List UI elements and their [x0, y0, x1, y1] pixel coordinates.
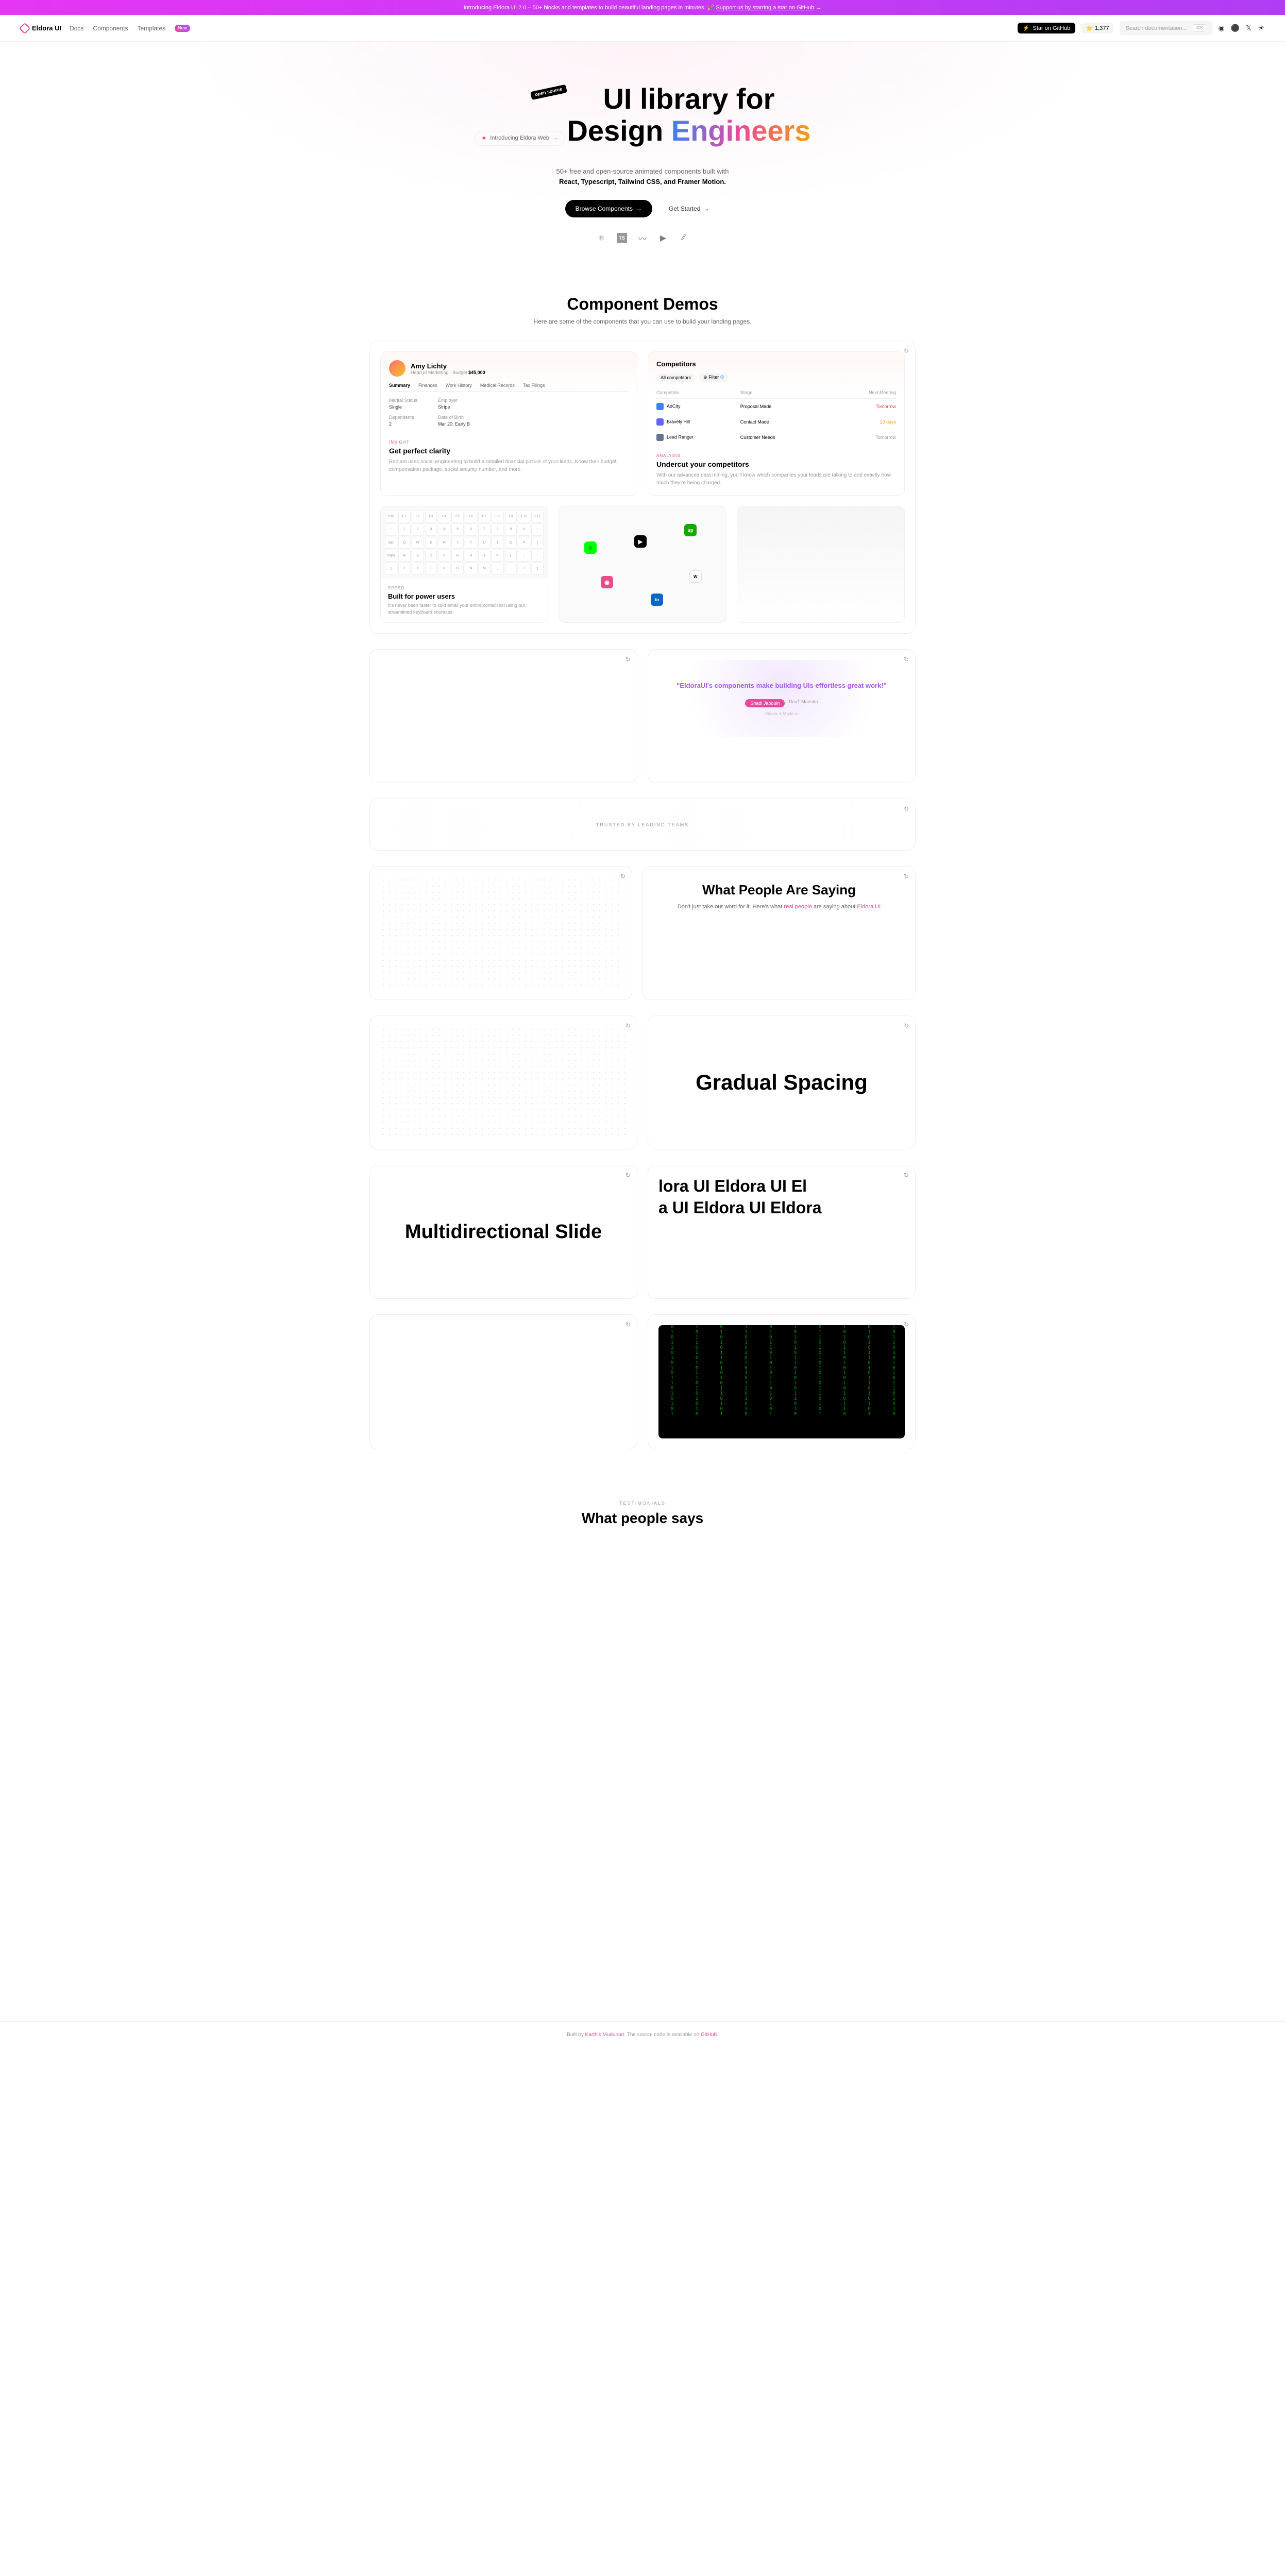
- reload-icon[interactable]: ↻: [904, 873, 909, 880]
- banner-cta[interactable]: Support us by starring a star on GitHub: [716, 5, 814, 11]
- nav-templates[interactable]: Templates: [137, 25, 165, 32]
- typescript-icon: TS: [617, 233, 627, 243]
- globe-visual: [737, 506, 904, 622]
- insight-card: Amy Lichty Head of Marketing Budget $45,…: [380, 351, 637, 496]
- get-started-button[interactable]: Get Started →: [658, 200, 720, 217]
- star-count: ⭐ 1,377: [1081, 23, 1113, 33]
- browse-components-button[interactable]: Browse Components →: [565, 200, 652, 217]
- logo[interactable]: Eldora UI: [21, 24, 61, 32]
- multi-text: Multidirectional Slide: [380, 1176, 627, 1288]
- hero-subtitle: 50+ free and open-source animated compon…: [10, 166, 1275, 188]
- table-row: Bravely HillContact Made13 days: [656, 414, 896, 430]
- logo-text: Eldora UI: [32, 24, 61, 32]
- reload-icon[interactable]: ↻: [904, 656, 909, 663]
- demos-title: Component Demos: [369, 295, 916, 314]
- chip-all[interactable]: All competitors: [656, 374, 695, 382]
- table-row: Lead RangerCustomer NeedsTomorrow: [656, 430, 896, 445]
- footer-author-link[interactable]: Karthik Mudunuri: [585, 2032, 624, 2038]
- github-icon[interactable]: ⚫: [1231, 24, 1240, 32]
- nav-components[interactable]: Components: [93, 25, 128, 32]
- reload-icon[interactable]: ↻: [904, 347, 909, 354]
- profile-tabs[interactable]: SummaryFinancesWork HistoryMedical Recor…: [389, 383, 629, 392]
- marquee-text: lora UI Eldora UI El a UI Eldora UI Eldo…: [658, 1176, 905, 1218]
- hero-title: open source UI library for Design Engine…: [567, 83, 810, 146]
- x-icon[interactable]: 𝕏: [1246, 24, 1252, 32]
- avatar: [389, 360, 405, 377]
- cursor-icon: ▶: [634, 535, 647, 548]
- reload-icon[interactable]: ↻: [625, 1172, 631, 1179]
- empty-demo: ↻: [369, 649, 637, 783]
- testimonials-title: What people says: [10, 1510, 1275, 1527]
- testimonials-eyebrow: TESTIMONIALS: [10, 1501, 1275, 1506]
- dotted-demo: ↻: [369, 1015, 637, 1149]
- glassdoor-icon: g: [584, 541, 597, 554]
- reload-icon[interactable]: ↻: [904, 1172, 909, 1179]
- logo-icon: [19, 22, 31, 34]
- matrix-demo: ↻ 010110101011010101 101101010110101010 …: [648, 1314, 916, 1449]
- reload-icon[interactable]: ↻: [625, 1022, 631, 1029]
- banner-text: Introducing Eldora UI 2.0 – 50+ blocks a…: [464, 5, 706, 11]
- insight-title: Get perfect clarity: [389, 447, 629, 455]
- react-icon: ⚛: [596, 233, 606, 243]
- search-input[interactable]: Search documentation... ⌘K: [1120, 21, 1212, 35]
- open-source-badge: open source: [531, 84, 567, 100]
- quote-author: Shadi Jabouin: [745, 699, 785, 707]
- chip-filter[interactable]: ⊕ Filter ①: [699, 373, 729, 382]
- reload-icon[interactable]: ↻: [904, 1022, 909, 1029]
- profile-name: Amy Lichty: [411, 362, 485, 370]
- testimonial-demo: ↻ "EldoraUI's components make building U…: [648, 649, 916, 783]
- quote-role: DevT Maestro: [789, 699, 818, 707]
- sparkle-icon: ✦: [481, 134, 487, 143]
- tailwind-icon: 〰: [637, 233, 648, 243]
- linkedin-icon: in: [651, 594, 663, 606]
- trusted-label: TRUSTED BY LEADING TEAMS: [590, 820, 695, 829]
- navbar: Eldora UI Docs Components Templates New …: [0, 15, 1285, 42]
- bento-demo: ↻ Amy Lichty Head of Marketing Budget $4…: [369, 341, 916, 634]
- empty-demo-2: ↻: [369, 866, 632, 1000]
- footer: Built by Karthik Mudunuri. The source co…: [0, 2021, 1285, 2048]
- demos-subtitle: Here are some of the components that you…: [369, 318, 916, 325]
- wps-title: What People Are Saying: [658, 882, 900, 898]
- shadcn-icon: ⁄⁄: [679, 233, 689, 243]
- source-card: g ▶ up ◉ W in SOURCEGet the furthest rea…: [559, 506, 726, 623]
- analysis-card: Competitors All competitors ⊕ Filter ① C…: [648, 351, 905, 496]
- github-star-button[interactable]: ⚡ Star on GitHub: [1018, 23, 1075, 33]
- wps-demo: ↻ What People Are Saying Don't just take…: [642, 866, 916, 1000]
- dribbble-icon: ◉: [601, 576, 613, 588]
- reload-icon[interactable]: ↻: [904, 805, 909, 812]
- reload-icon[interactable]: ↻: [625, 656, 631, 663]
- footer-github-link[interactable]: GitHub: [701, 2032, 717, 2038]
- trusted-section: ↻ TRUSTED BY LEADING TEAMS: [369, 799, 916, 851]
- reload-icon[interactable]: ↻: [625, 1321, 631, 1328]
- announcement-banner[interactable]: Introducing Eldora UI 2.0 – 50+ blocks a…: [0, 0, 1285, 15]
- framer-icon: ▶: [658, 233, 668, 243]
- keyboard-visual: escF1F2F3F4F5F6F7F8F9F10F11 ~1234567890-…: [381, 506, 548, 579]
- empty-demo-3: ↻: [369, 1314, 637, 1449]
- quote-text: "EldoraUI's components make building UIs…: [669, 681, 894, 691]
- table-row: AdCityProposal MadeTomorrow: [656, 399, 896, 414]
- search-placeholder: Search documentation...: [1126, 25, 1187, 31]
- nav-links: Docs Components Templates New: [70, 25, 190, 32]
- analysis-title: Undercut your competitors: [656, 460, 896, 468]
- speed-card: escF1F2F3F4F5F6F7F8F9F10F11 ~1234567890-…: [380, 506, 548, 623]
- tech-icons: ⚛ TS 〰 ▶ ⁄⁄: [10, 233, 1275, 243]
- marquee-demo: ↻ lora UI Eldora UI El a UI Eldora UI El…: [648, 1165, 916, 1299]
- intro-pill[interactable]: ✦ Introducing Eldora Web →: [475, 131, 565, 146]
- wikipedia-icon: W: [689, 570, 702, 583]
- search-kbd: ⌘K: [1193, 24, 1206, 32]
- logo-map: g ▶ up ◉ W in: [559, 506, 726, 622]
- theme-icon[interactable]: ☀: [1258, 24, 1264, 32]
- new-badge: New: [175, 25, 190, 32]
- upwork-icon: up: [684, 524, 697, 536]
- hero: ✦ Introducing Eldora Web → open source U…: [0, 42, 1285, 274]
- limitless-card: LIMITLESSSell globallyRadiant helps you …: [737, 506, 905, 623]
- matrix-visual: 010110101011010101 101101010110101010 01…: [658, 1325, 905, 1438]
- discord-icon[interactable]: ◉: [1219, 24, 1225, 32]
- gradual-text: Gradual Spacing: [658, 1026, 905, 1139]
- reload-icon[interactable]: ↻: [620, 873, 625, 880]
- testimonials-section: TESTIMONIALS What people says: [0, 1470, 1285, 1557]
- multidirectional-demo: ↻ Multidirectional Slide: [369, 1165, 637, 1299]
- gradual-spacing-demo: ↻ Gradual Spacing: [648, 1015, 916, 1149]
- nav-docs[interactable]: Docs: [70, 25, 83, 32]
